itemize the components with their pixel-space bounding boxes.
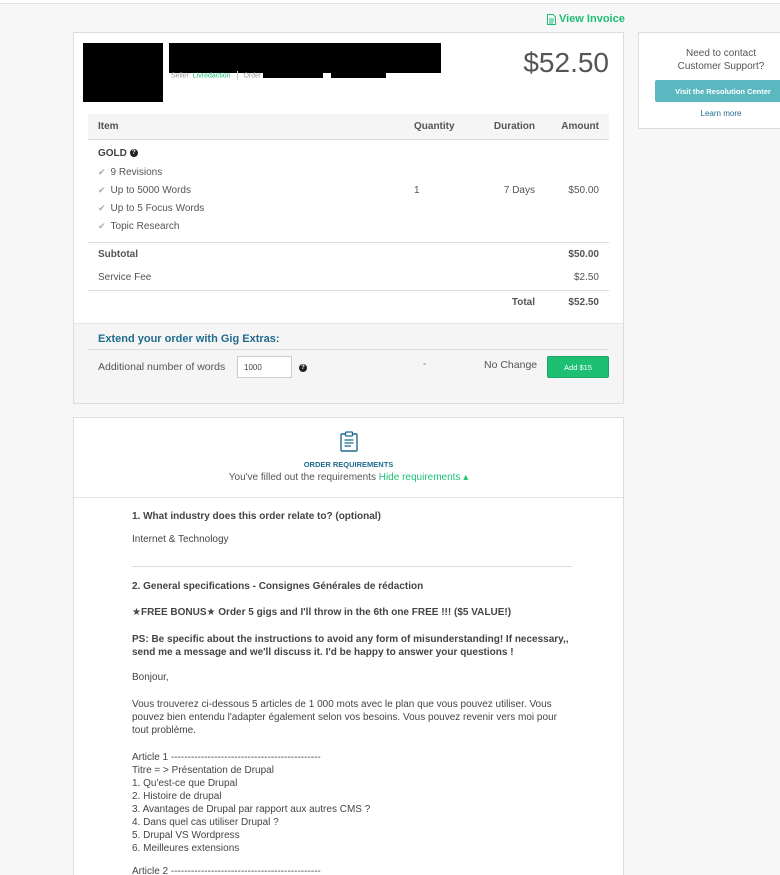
extra-status: No Change bbox=[484, 359, 538, 371]
col-item: Item bbox=[88, 114, 404, 140]
help-icon[interactable]: ? bbox=[129, 149, 138, 157]
article-line: 1. Qu'est-ce que Drupal bbox=[132, 778, 238, 789]
separator bbox=[236, 71, 238, 80]
table-row: GOLD ? ✔ 9 Revisions ✔ Up to 5000 Words ✔ U… bbox=[88, 139, 609, 242]
service-fee-value: $2.50 bbox=[573, 272, 599, 284]
order-prefix: Order bbox=[243, 72, 262, 80]
resolution-center-button[interactable]: Visit the Resolution Center bbox=[655, 80, 780, 102]
table-header-row: Item Quantity Duration Amount bbox=[88, 114, 609, 140]
total-row: Total $52.50 bbox=[88, 289, 609, 314]
support-text-line1: Need to contact bbox=[685, 48, 757, 59]
redacted-order-date bbox=[331, 73, 387, 78]
order-summary-card: Seller: Livredaction Order $52.50 Item Q… bbox=[73, 32, 624, 404]
requirements-card: ORDER REQUIREMENTS You've filled out the… bbox=[73, 417, 624, 875]
order-price: $52.50 bbox=[523, 47, 609, 78]
hide-requirements-link[interactable]: Hide requirements ▴ bbox=[379, 472, 469, 483]
subtotal-row: Subtotal $50.00 bbox=[88, 241, 609, 266]
requirements-header: ORDER REQUIREMENTS You've filled out the… bbox=[74, 418, 623, 498]
help-icon[interactable]: ? bbox=[299, 364, 307, 372]
ps-text: PS: Be specific about the instructions t… bbox=[132, 634, 569, 658]
total-value: $52.50 bbox=[545, 289, 609, 314]
learn-more-link[interactable]: Learn more bbox=[639, 109, 780, 118]
check-icon: ✔ bbox=[98, 203, 106, 213]
subtotal-value: $50.00 bbox=[545, 241, 609, 266]
article-line: Titre = > Présentation de Drupal bbox=[132, 765, 274, 776]
seller-line: Seller: Livredaction Order bbox=[171, 71, 387, 80]
answer-1: Internet & Technology bbox=[132, 534, 229, 545]
view-invoice-label: View Invoice bbox=[559, 13, 625, 25]
feature-label: Topic Research bbox=[110, 221, 180, 232]
add-extra-button[interactable]: Add $15 bbox=[547, 356, 609, 378]
requirements-subtitle-text: You've filled out the requirements bbox=[228, 472, 376, 483]
list-item: ✔ Up to 5 Focus Words bbox=[98, 200, 394, 218]
gig-extras-title: Extend your order with Gig Extras: bbox=[98, 333, 280, 345]
extra-words-label: Additional number of words bbox=[98, 361, 226, 373]
requirements-title: ORDER REQUIREMENTS bbox=[303, 460, 394, 469]
document-icon bbox=[547, 13, 556, 25]
col-quantity: Quantity bbox=[404, 114, 472, 140]
col-amount: Amount bbox=[545, 114, 609, 140]
top-bar bbox=[0, 0, 780, 4]
redacted-avatar bbox=[83, 43, 163, 102]
seller-name-link[interactable]: Livredaction bbox=[193, 72, 231, 79]
list-item: ✔ Topic Research bbox=[98, 218, 394, 236]
question-1: 1. What industry does this order relate … bbox=[132, 511, 381, 522]
check-icon: ✔ bbox=[98, 221, 106, 231]
seller-prefix: Seller: bbox=[171, 72, 191, 80]
article-line: 2. Histoire de drupal bbox=[132, 791, 222, 802]
extra-dash: - bbox=[423, 359, 427, 370]
feature-label: 9 Revisions bbox=[110, 167, 163, 178]
view-invoice-link[interactable]: View Invoice bbox=[547, 13, 625, 25]
list-item: ✔ 9 Revisions bbox=[98, 164, 394, 182]
requirements-subtitle: You've filled out the requirements Hide … bbox=[74, 472, 623, 483]
items-table: Item Quantity Duration Amount GOLD ? ✔ 9 … bbox=[88, 114, 609, 314]
feature-label: Up to 5 Focus Words bbox=[110, 203, 205, 214]
service-fee-label: Service Fee bbox=[98, 272, 152, 284]
divider bbox=[88, 349, 609, 350]
article-line: 5. Drupal VS Wordpress bbox=[132, 830, 240, 841]
subtotal-label: Subtotal bbox=[88, 241, 404, 266]
check-icon: ✔ bbox=[98, 185, 106, 195]
quantity-cell: 1 bbox=[414, 185, 420, 196]
total-label: Total bbox=[472, 289, 545, 314]
package-name: GOLD ? bbox=[98, 148, 394, 159]
clipboard-icon bbox=[340, 431, 358, 452]
article-line: 6. Meilleures extensions bbox=[132, 843, 240, 854]
list-item: ✔ Up to 5000 Words bbox=[98, 182, 394, 200]
feature-label: Up to 5000 Words bbox=[110, 185, 191, 196]
article-line: 4. Dans quel cas utiliser Drupal ? bbox=[132, 817, 279, 828]
requirements-body: 1. What industry does this order relate … bbox=[132, 511, 572, 875]
extra-words-input[interactable] bbox=[237, 356, 292, 378]
bonus-text: ★FREE BONUS★ Order 5 gigs and I'll throw… bbox=[132, 607, 512, 618]
article-line: 3. Avantages de Drupal par rapport aux a… bbox=[132, 804, 371, 815]
support-text: Need to contact Customer Support? bbox=[639, 47, 780, 73]
col-duration: Duration bbox=[472, 114, 545, 140]
redacted-gig-title bbox=[169, 43, 441, 73]
question-2: 2. General specifications - Consignes Gé… bbox=[132, 581, 424, 592]
package-label: GOLD bbox=[98, 147, 127, 159]
greeting-text: Bonjour, bbox=[132, 672, 169, 683]
article-1-block: Article 1 ------------------------------… bbox=[132, 751, 572, 855]
service-fee-row: Service Fee $2.50 bbox=[88, 266, 609, 290]
divider bbox=[132, 566, 572, 567]
amount-cell: $50.00 bbox=[568, 185, 599, 196]
gig-extras-section: Extend your order with Gig Extras: Addit… bbox=[74, 323, 623, 403]
intro-text: Vous trouverez ci-dessous 5 articles de … bbox=[132, 699, 557, 736]
redacted-order-number bbox=[263, 73, 324, 78]
article-2-line: Article 2 ------------------------------… bbox=[132, 866, 321, 875]
article-line: Article 1 ------------------------------… bbox=[132, 752, 321, 763]
support-card: Need to contact Customer Support? Visit … bbox=[638, 32, 780, 129]
support-text-line2: Customer Support? bbox=[677, 61, 765, 72]
duration-cell: 7 Days bbox=[503, 185, 535, 196]
package-cell: GOLD ? ✔ 9 Revisions ✔ Up to 5000 Words ✔ U… bbox=[88, 139, 404, 242]
check-icon: ✔ bbox=[98, 167, 106, 177]
